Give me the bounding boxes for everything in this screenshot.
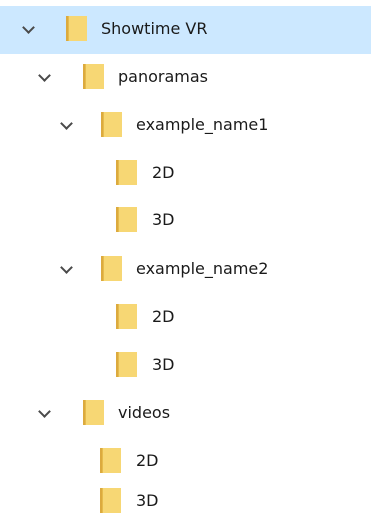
tree-item-label: 2D [152, 163, 175, 182]
folder-icon [83, 400, 104, 425]
tree-item-label: 2D [136, 451, 159, 470]
chevron-down-icon[interactable] [60, 261, 73, 274]
tree-item-label: panoramas [118, 67, 208, 86]
tree-item-label: 2D [152, 307, 175, 326]
folder-icon [101, 256, 122, 281]
tree-item-example-name1[interactable]: example_name1 [0, 102, 371, 150]
folder-icon [116, 304, 137, 329]
tree-item-videos-3d[interactable]: 3D [0, 478, 371, 526]
tree-item-showtime-vr[interactable]: Showtime VR [0, 6, 371, 54]
tree-item-example-name1-2d[interactable]: 2D [0, 150, 371, 198]
tree-item-example-name2[interactable]: example_name2 [0, 246, 371, 294]
folder-icon [66, 16, 87, 41]
tree-item-panoramas[interactable]: panoramas [0, 54, 371, 102]
tree-item-videos[interactable]: videos [0, 390, 371, 438]
folder-icon [116, 207, 137, 232]
tree-item-label: example_name2 [136, 259, 269, 278]
tree-item-example-name1-3d[interactable]: 3D [0, 197, 371, 245]
folder-icon [100, 448, 121, 473]
chevron-down-icon[interactable] [22, 21, 35, 34]
folder-icon [116, 352, 137, 377]
folder-icon [116, 160, 137, 185]
folder-icon [83, 64, 104, 89]
tree-item-label: example_name1 [136, 115, 269, 134]
tree-item-label: 3D [152, 355, 175, 374]
tree-item-label: 3D [152, 210, 175, 229]
folder-tree: Showtime VR panoramas example_name1 2D 3… [0, 0, 371, 526]
tree-item-example-name2-3d[interactable]: 3D [0, 342, 371, 390]
tree-item-label: Showtime VR [101, 19, 208, 38]
tree-item-label: videos [118, 403, 171, 422]
chevron-down-icon[interactable] [38, 69, 51, 82]
folder-icon [100, 488, 121, 513]
tree-item-example-name2-2d[interactable]: 2D [0, 294, 371, 342]
chevron-down-icon[interactable] [60, 117, 73, 130]
folder-icon [101, 112, 122, 137]
chevron-down-icon[interactable] [38, 405, 51, 418]
tree-item-label: 3D [136, 491, 159, 510]
